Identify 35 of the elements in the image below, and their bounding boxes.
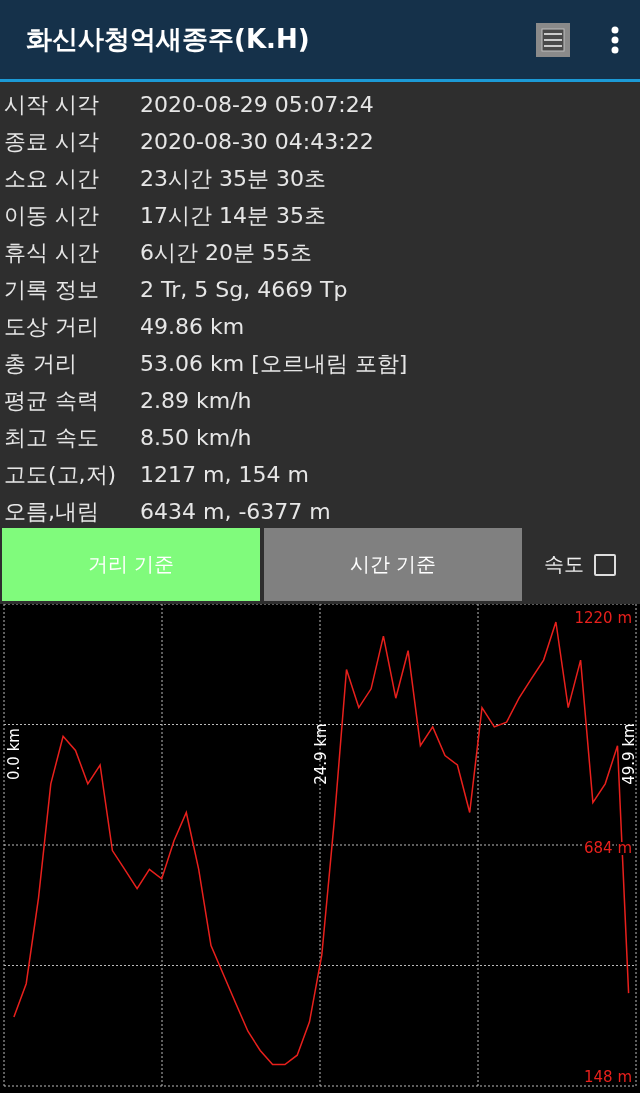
- stat-label: 평균 속력: [4, 386, 100, 415]
- stat-label: 도상 거리: [4, 312, 100, 341]
- stat-label: 이동 시간: [4, 201, 100, 230]
- stat-value: 53.06 km [오르내림 포함]: [140, 349, 408, 378]
- stat-label: 소요 시간: [4, 164, 100, 193]
- stat-value: 6시간 20분 55초: [140, 238, 312, 267]
- stat-value: 17시간 14분 35초: [140, 201, 326, 230]
- stat-value: 2020-08-30 04:43:22: [140, 129, 374, 154]
- stat-label: 종료 시각: [4, 127, 100, 156]
- list-icon[interactable]: [536, 22, 570, 57]
- axis-label: 49.9 km: [619, 723, 638, 785]
- stat-value: 6434 m, -6377 m: [140, 499, 331, 524]
- stat-label: 시작 시각: [4, 90, 100, 119]
- stat-value: 1217 m, 154 m: [140, 462, 309, 487]
- axis-label: 0.0 km: [4, 728, 23, 780]
- stat-value: 2 Tr, 5 Sg, 4669 Tp: [140, 277, 348, 302]
- stat-label: 최고 속도: [4, 423, 100, 452]
- stat-value: 2.89 km/h: [140, 388, 252, 413]
- stat-label: 휴식 시간: [4, 238, 100, 267]
- stat-value: 2020-08-29 05:07:24: [140, 92, 374, 117]
- speed-label: 속도: [544, 551, 584, 578]
- stat-label: 고도(고,저): [4, 460, 118, 489]
- axis-label: 24.9 km: [311, 723, 330, 785]
- stat-value: 49.86 km: [140, 314, 245, 339]
- stat-label: 총 거리: [4, 349, 78, 378]
- stat-label: 기록 정보: [4, 275, 100, 304]
- stat-value: 23시간 35분 30초: [140, 164, 326, 193]
- axis-label: 1220 m: [574, 609, 632, 628]
- more-menu-icon[interactable]: [610, 25, 620, 54]
- mode-tab[interactable]: 시간 기준: [264, 528, 522, 601]
- speed-checkbox[interactable]: [594, 553, 616, 576]
- stat-label: 오름,내림: [4, 497, 100, 526]
- stat-value: 8.50 km/h: [140, 425, 252, 450]
- axis-label: 148 m: [584, 1068, 632, 1086]
- app-title: 화신사청억새종주(K.H): [26, 23, 311, 56]
